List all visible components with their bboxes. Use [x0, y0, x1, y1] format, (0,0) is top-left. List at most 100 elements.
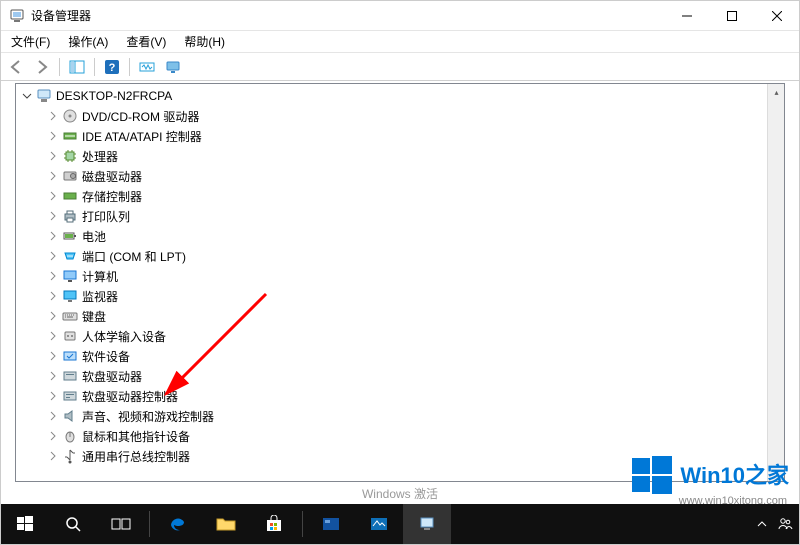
disk-drive-icon	[62, 168, 78, 184]
computer-icon	[36, 88, 52, 104]
tree-item-label: 软件设备	[82, 348, 130, 365]
tree-item-label: 电池	[82, 228, 106, 245]
expand-icon[interactable]	[46, 149, 60, 163]
edge-button[interactable]	[154, 504, 202, 544]
hid-icon	[62, 328, 78, 344]
keyboard-icon	[62, 308, 78, 324]
monitor-icon	[62, 288, 78, 304]
software-devices-icon	[62, 348, 78, 364]
expand-collapse-icon[interactable]	[20, 89, 34, 103]
ports-icon	[62, 248, 78, 264]
tree-item-monitor[interactable]: 监视器	[16, 286, 766, 306]
tree-item-dvdcdrom[interactable]: DVD/CD-ROM 驱动器	[16, 106, 766, 126]
tree-item-floppy-drive[interactable]: 软盘驱动器	[16, 366, 766, 386]
tree-root[interactable]: DESKTOP-N2FRCPA	[16, 86, 766, 106]
tree-item-label: 端口 (COM 和 LPT)	[82, 248, 186, 265]
show-hide-console-tree-button[interactable]	[66, 56, 88, 78]
tree-item-label: 监视器	[82, 288, 118, 305]
refresh-button[interactable]	[162, 56, 184, 78]
tree-item-label: 处理器	[82, 148, 118, 165]
taskbar-app-1[interactable]	[307, 504, 355, 544]
menu-help[interactable]: 帮助(H)	[180, 31, 229, 52]
tree-item-disk[interactable]: 磁盘驱动器	[16, 166, 766, 186]
device-tree-pane: DESKTOP-N2FRCPA DVD/CD-ROM 驱动器 IDE ATA/A…	[15, 83, 785, 482]
tree-item-sound[interactable]: 声音、视频和游戏控制器	[16, 406, 766, 426]
menu-view[interactable]: 查看(V)	[122, 31, 170, 52]
tree-item-label: 通用串行总线控制器	[82, 448, 190, 465]
close-button[interactable]	[754, 1, 799, 31]
tree-item-label: IDE ATA/ATAPI 控制器	[82, 128, 202, 145]
scan-hardware-button[interactable]	[136, 56, 158, 78]
titlebar: 设备管理器	[1, 1, 799, 31]
scroll-down-button[interactable]: ▾	[768, 464, 785, 481]
tree-item-label: 磁盘驱动器	[82, 168, 142, 185]
system-tray[interactable]	[751, 516, 799, 532]
expand-icon[interactable]	[46, 289, 60, 303]
task-view-button[interactable]	[97, 504, 145, 544]
tree-item-computer[interactable]: 计算机	[16, 266, 766, 286]
tree-item-label: 人体学输入设备	[82, 328, 166, 345]
tree-item-usb[interactable]: 通用串行总线控制器	[16, 446, 766, 466]
tree-item-ide[interactable]: IDE ATA/ATAPI 控制器	[16, 126, 766, 146]
expand-icon[interactable]	[46, 249, 60, 263]
tree-item-mouse[interactable]: 鼠标和其他指针设备	[16, 426, 766, 446]
people-icon[interactable]	[777, 516, 793, 532]
disc-drive-icon	[62, 108, 78, 124]
usb-icon	[62, 448, 78, 464]
tree-item-hid[interactable]: 人体学输入设备	[16, 326, 766, 346]
tree-item-label: 计算机	[82, 268, 118, 285]
tree-root-label: DESKTOP-N2FRCPA	[56, 89, 172, 103]
tray-up-icon[interactable]	[757, 519, 767, 529]
printer-icon	[62, 208, 78, 224]
scroll-up-button[interactable]: ▴	[768, 84, 785, 101]
expand-icon[interactable]	[46, 449, 60, 463]
expand-icon[interactable]	[46, 389, 60, 403]
expand-icon[interactable]	[46, 169, 60, 183]
tree-item-label: DVD/CD-ROM 驱动器	[82, 108, 199, 125]
tree-item-ports[interactable]: 端口 (COM 和 LPT)	[16, 246, 766, 266]
toolbar-separator	[129, 58, 130, 76]
menu-file[interactable]: 文件(F)	[7, 31, 54, 52]
maximize-button[interactable]	[709, 1, 754, 31]
back-button[interactable]	[5, 56, 27, 78]
expand-icon[interactable]	[46, 189, 60, 203]
processor-icon	[62, 148, 78, 164]
sound-icon	[62, 408, 78, 424]
toolbar-separator	[94, 58, 95, 76]
expand-icon[interactable]	[46, 349, 60, 363]
minimize-button[interactable]	[664, 1, 709, 31]
tree-item-processor[interactable]: 处理器	[16, 146, 766, 166]
expand-icon[interactable]	[46, 269, 60, 283]
expand-icon[interactable]	[46, 229, 60, 243]
expand-icon[interactable]	[46, 209, 60, 223]
expand-icon[interactable]	[46, 129, 60, 143]
tree-item-label: 软盘驱动器控制器	[82, 388, 178, 405]
storage-controller-icon	[62, 188, 78, 204]
tree-item-software-devices[interactable]: 软件设备	[16, 346, 766, 366]
taskbar-app-2[interactable]	[355, 504, 403, 544]
store-button[interactable]	[250, 504, 298, 544]
mouse-icon	[62, 428, 78, 444]
expand-icon[interactable]	[46, 429, 60, 443]
start-button[interactable]	[1, 504, 49, 544]
tree-item-printqueue[interactable]: 打印队列	[16, 206, 766, 226]
file-explorer-button[interactable]	[202, 504, 250, 544]
device-tree[interactable]: DESKTOP-N2FRCPA DVD/CD-ROM 驱动器 IDE ATA/A…	[16, 84, 766, 481]
expand-icon[interactable]	[46, 329, 60, 343]
app-icon	[9, 8, 25, 24]
search-button[interactable]	[49, 504, 97, 544]
vertical-scrollbar[interactable]: ▴ ▾	[767, 84, 784, 481]
expand-icon[interactable]	[46, 309, 60, 323]
tree-item-label: 打印队列	[82, 208, 130, 225]
expand-icon[interactable]	[46, 369, 60, 383]
expand-icon[interactable]	[46, 109, 60, 123]
forward-button[interactable]	[31, 56, 53, 78]
tree-item-battery[interactable]: 电池	[16, 226, 766, 246]
expand-icon[interactable]	[46, 409, 60, 423]
tree-item-floppy-controller[interactable]: 软盘驱动器控制器	[16, 386, 766, 406]
taskbar-device-manager[interactable]	[403, 504, 451, 544]
tree-item-storage[interactable]: 存储控制器	[16, 186, 766, 206]
menu-action[interactable]: 操作(A)	[64, 31, 112, 52]
tree-item-keyboard[interactable]: 键盘	[16, 306, 766, 326]
help-button[interactable]: ?	[101, 56, 123, 78]
